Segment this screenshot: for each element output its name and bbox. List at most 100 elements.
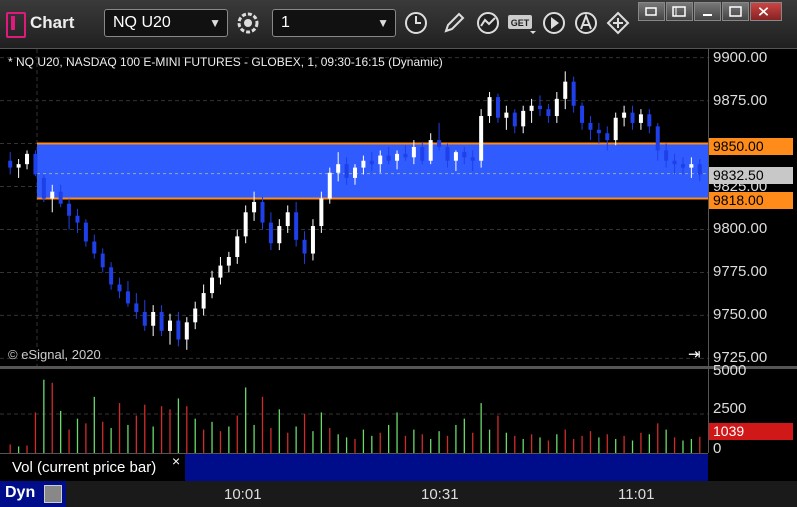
candle-body — [596, 129, 601, 134]
restore-window-icon[interactable] — [638, 2, 665, 21]
candle-body — [369, 160, 374, 165]
candle-body — [218, 265, 223, 278]
candle-body — [193, 308, 198, 323]
app-title: Chart — [30, 13, 75, 32]
candle-body — [201, 293, 206, 309]
candle-body — [134, 303, 139, 312]
interval-combo[interactable]: 1 ▼ — [272, 9, 396, 37]
pencil-icon[interactable] — [440, 9, 468, 37]
candle-body — [395, 153, 400, 161]
time-axis-label: 11:01 — [618, 486, 655, 503]
lock-icon[interactable] — [44, 485, 62, 503]
get-icon[interactable]: GET — [506, 9, 538, 37]
volume-pane[interactable] — [0, 369, 708, 453]
candle-body — [647, 114, 652, 127]
candle-body — [33, 153, 38, 175]
interval-value: 1 — [281, 14, 290, 31]
candle-body — [277, 226, 282, 244]
studies-icon[interactable] — [474, 9, 502, 37]
tile-window-icon[interactable] — [666, 2, 693, 21]
candle-body — [302, 239, 307, 254]
candle-body — [453, 152, 458, 161]
price-axis-label: 9900.00 — [713, 48, 768, 66]
candle-body — [697, 164, 702, 175]
candle-body — [50, 191, 55, 199]
clock-icon[interactable] — [402, 9, 430, 37]
candle-body — [100, 253, 105, 268]
move-icon[interactable] — [604, 9, 632, 37]
candle-body — [184, 322, 189, 340]
candle-body — [361, 160, 366, 168]
candle-body — [25, 153, 30, 165]
candle-body — [159, 311, 164, 331]
price-zone[interactable] — [37, 143, 708, 199]
settings-icon[interactable] — [234, 9, 262, 37]
candle-body — [41, 177, 46, 199]
candle-body — [16, 164, 21, 168]
candle-body — [605, 133, 610, 141]
candle-body — [252, 201, 257, 213]
candle-body — [487, 97, 492, 117]
close-window-icon[interactable] — [750, 2, 782, 21]
chevron-down-icon: ▼ — [377, 16, 389, 30]
play-icon[interactable] — [540, 9, 568, 37]
candle-body — [495, 97, 500, 118]
minimize-window-icon[interactable] — [694, 2, 721, 21]
candle-body — [521, 110, 526, 127]
goto-end-icon[interactable]: ⇥ — [688, 345, 701, 363]
zone-lower-price-tag: 9818.00 — [709, 192, 793, 209]
toolbar: Chart NQ U20 ▼ 1 ▼ GET — [0, 0, 797, 49]
volume-axis-label: 5000 — [713, 362, 747, 379]
candle-body — [353, 167, 357, 178]
chart-header: * NQ U20, NASDAQ 100 E-MINI FUTURES - GL… — [8, 55, 443, 69]
candle-body — [294, 212, 299, 240]
candle-body — [437, 140, 442, 147]
candle-body — [630, 112, 635, 123]
candle-body — [336, 164, 341, 173]
candle-body — [571, 81, 576, 106]
close-study-icon[interactable]: × — [172, 453, 180, 469]
candle-body — [226, 256, 231, 266]
candle-body — [504, 112, 509, 118]
dyn-label: Dyn — [5, 484, 36, 501]
candle-body — [386, 155, 391, 161]
chevron-down-icon: ▼ — [209, 16, 221, 30]
candle-body — [344, 164, 349, 178]
price-chart — [0, 49, 708, 367]
svg-text:GET: GET — [511, 18, 530, 28]
time-axis-label: 10:31 — [421, 486, 459, 503]
candle-body — [125, 291, 130, 304]
candle-body — [445, 146, 450, 161]
candle-body — [428, 140, 433, 161]
maximize-window-icon[interactable] — [722, 2, 749, 21]
candle-body — [92, 241, 97, 254]
candle-body — [538, 105, 543, 110]
candle-body — [142, 311, 147, 326]
candle-body — [613, 117, 618, 141]
candle-body — [67, 203, 72, 216]
candle-body — [588, 122, 593, 130]
volume-axis-label: 0 — [713, 440, 722, 457]
study-legend[interactable]: Vol (current price bar) × — [0, 453, 185, 481]
symbol-combo[interactable]: NQ U20 ▼ — [104, 9, 228, 37]
candle-body — [680, 164, 685, 168]
price-pane[interactable] — [0, 49, 708, 367]
time-axis-label: 10:01 — [224, 486, 262, 503]
candle-body — [167, 320, 172, 331]
candle-body — [470, 157, 475, 161]
candle-body — [664, 150, 669, 161]
candle-body — [546, 109, 551, 117]
study-panel-fill — [185, 453, 708, 481]
symbol-value: NQ U20 — [113, 14, 171, 31]
candle-body — [580, 105, 585, 123]
price-axis-label: 9800.00 — [713, 220, 768, 238]
price-axis-label: 9875.00 — [713, 91, 768, 109]
candle-body — [210, 277, 215, 294]
time-axis[interactable] — [0, 481, 797, 507]
candle-body — [75, 215, 80, 223]
candle-body — [285, 212, 290, 227]
window-logo-icon — [6, 12, 26, 38]
alert-icon[interactable] — [572, 9, 600, 37]
candle-body — [243, 212, 248, 237]
candle-body — [462, 152, 467, 158]
